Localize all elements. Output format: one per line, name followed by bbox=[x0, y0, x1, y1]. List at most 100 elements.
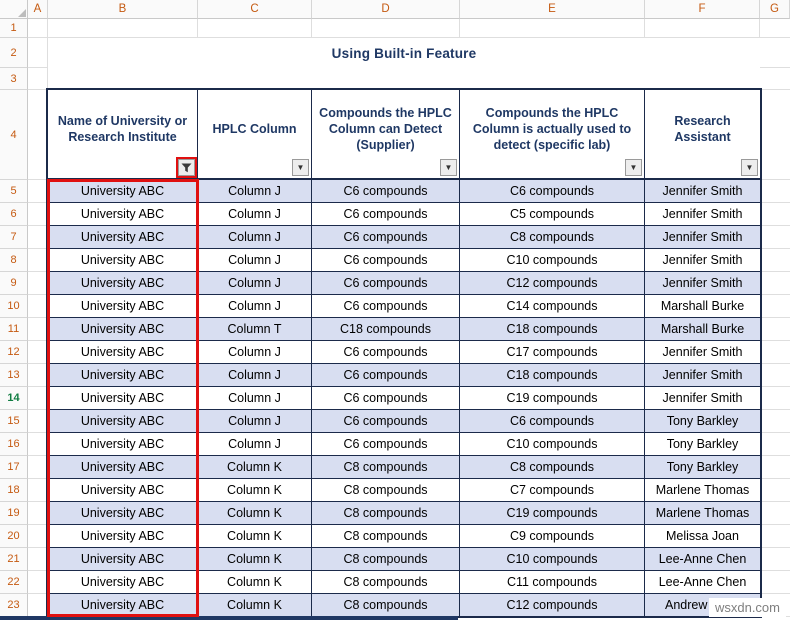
cell-C23[interactable]: Column K bbox=[198, 594, 312, 617]
cell-C9[interactable]: Column J bbox=[198, 272, 312, 295]
cell-F5[interactable]: Jennifer Smith bbox=[645, 180, 760, 203]
cell-E8[interactable]: C10 compounds bbox=[460, 249, 645, 272]
filter-dropdown-button[interactable]: ▼ bbox=[741, 159, 758, 176]
column-header-D[interactable]: D bbox=[312, 0, 460, 19]
cell-D17[interactable]: C8 compounds bbox=[312, 456, 460, 479]
cell-B18[interactable]: University ABC bbox=[48, 479, 198, 502]
cell-D15[interactable]: C6 compounds bbox=[312, 410, 460, 433]
cell-D23[interactable]: C8 compounds bbox=[312, 594, 460, 617]
cell-C17[interactable]: Column K bbox=[198, 456, 312, 479]
cell-D14[interactable]: C6 compounds bbox=[312, 387, 460, 410]
cell-F21[interactable]: Lee-Anne Chen bbox=[645, 548, 760, 571]
row-header-11[interactable]: 11 bbox=[0, 318, 28, 341]
cell-C5[interactable]: Column J bbox=[198, 180, 312, 203]
row-header-1[interactable]: 1 bbox=[0, 19, 28, 38]
cell-F18[interactable]: Marlene Thomas bbox=[645, 479, 760, 502]
cell-D16[interactable]: C6 compounds bbox=[312, 433, 460, 456]
cell-F22[interactable]: Lee-Anne Chen bbox=[645, 571, 760, 594]
cell-B17[interactable]: University ABC bbox=[48, 456, 198, 479]
cell-B12[interactable]: University ABC bbox=[48, 341, 198, 364]
cell-C8[interactable]: Column J bbox=[198, 249, 312, 272]
cell-D6[interactable]: C6 compounds bbox=[312, 203, 460, 226]
cell-E6[interactable]: C5 compounds bbox=[460, 203, 645, 226]
cell-C12[interactable]: Column J bbox=[198, 341, 312, 364]
cell-B15[interactable]: University ABC bbox=[48, 410, 198, 433]
cell-B22[interactable]: University ABC bbox=[48, 571, 198, 594]
row-header-13[interactable]: 13 bbox=[0, 364, 28, 387]
cell-F15[interactable]: Tony Barkley bbox=[645, 410, 760, 433]
row-header-2[interactable]: 2 bbox=[0, 38, 28, 68]
cell-B11[interactable]: University ABC bbox=[48, 318, 198, 341]
row-header-6[interactable]: 6 bbox=[0, 203, 28, 226]
cell-B8[interactable]: University ABC bbox=[48, 249, 198, 272]
cell-F7[interactable]: Jennifer Smith bbox=[645, 226, 760, 249]
cell-D10[interactable]: C6 compounds bbox=[312, 295, 460, 318]
cell-C16[interactable]: Column J bbox=[198, 433, 312, 456]
cell-F13[interactable]: Jennifer Smith bbox=[645, 364, 760, 387]
cell-F12[interactable]: Jennifer Smith bbox=[645, 341, 760, 364]
cell-C13[interactable]: Column J bbox=[198, 364, 312, 387]
cell-F20[interactable]: Melissa Joan bbox=[645, 525, 760, 548]
cell-D13[interactable]: C6 compounds bbox=[312, 364, 460, 387]
row-header-23[interactable]: 23 bbox=[0, 594, 28, 617]
row-header-8[interactable]: 8 bbox=[0, 249, 28, 272]
cell-C20[interactable]: Column K bbox=[198, 525, 312, 548]
cell-C21[interactable]: Column K bbox=[198, 548, 312, 571]
cell-D5[interactable]: C6 compounds bbox=[312, 180, 460, 203]
column-header-F[interactable]: F bbox=[645, 0, 760, 19]
row-header-12[interactable]: 12 bbox=[0, 341, 28, 364]
row-header-14[interactable]: 14 bbox=[0, 387, 28, 410]
row-header-9[interactable]: 9 bbox=[0, 272, 28, 295]
row-header-22[interactable]: 22 bbox=[0, 571, 28, 594]
cell-F9[interactable]: Jennifer Smith bbox=[645, 272, 760, 295]
cell-E13[interactable]: C18 compounds bbox=[460, 364, 645, 387]
cell-E9[interactable]: C12 compounds bbox=[460, 272, 645, 295]
cell-D7[interactable]: C6 compounds bbox=[312, 226, 460, 249]
select-all-corner[interactable] bbox=[0, 0, 28, 19]
row-header-16[interactable]: 16 bbox=[0, 433, 28, 456]
row-header-10[interactable]: 10 bbox=[0, 295, 28, 318]
cell-B16[interactable]: University ABC bbox=[48, 433, 198, 456]
cell-F16[interactable]: Tony Barkley bbox=[645, 433, 760, 456]
row-header-19[interactable]: 19 bbox=[0, 502, 28, 525]
cell-E12[interactable]: C17 compounds bbox=[460, 341, 645, 364]
cell-E17[interactable]: C8 compounds bbox=[460, 456, 645, 479]
cell-E16[interactable]: C10 compounds bbox=[460, 433, 645, 456]
cell-E10[interactable]: C14 compounds bbox=[460, 295, 645, 318]
cell-C6[interactable]: Column J bbox=[198, 203, 312, 226]
cell-B10[interactable]: University ABC bbox=[48, 295, 198, 318]
row-header-18[interactable]: 18 bbox=[0, 479, 28, 502]
cell-F11[interactable]: Marshall Burke bbox=[645, 318, 760, 341]
cell-D9[interactable]: C6 compounds bbox=[312, 272, 460, 295]
column-header-B[interactable]: B bbox=[48, 0, 198, 19]
cell-E19[interactable]: C19 compounds bbox=[460, 502, 645, 525]
cell-E21[interactable]: C10 compounds bbox=[460, 548, 645, 571]
cell-D22[interactable]: C8 compounds bbox=[312, 571, 460, 594]
cell-D12[interactable]: C6 compounds bbox=[312, 341, 460, 364]
cell-B6[interactable]: University ABC bbox=[48, 203, 198, 226]
cell-C10[interactable]: Column J bbox=[198, 295, 312, 318]
cell-D19[interactable]: C8 compounds bbox=[312, 502, 460, 525]
row-header-5[interactable]: 5 bbox=[0, 180, 28, 203]
cell-B20[interactable]: University ABC bbox=[48, 525, 198, 548]
cell-F19[interactable]: Marlene Thomas bbox=[645, 502, 760, 525]
row-header-15[interactable]: 15 bbox=[0, 410, 28, 433]
cell-B7[interactable]: University ABC bbox=[48, 226, 198, 249]
row-header-7[interactable]: 7 bbox=[0, 226, 28, 249]
row-header-21[interactable]: 21 bbox=[0, 548, 28, 571]
cell-C22[interactable]: Column K bbox=[198, 571, 312, 594]
filter-dropdown-button[interactable]: ▼ bbox=[292, 159, 309, 176]
cell-D8[interactable]: C6 compounds bbox=[312, 249, 460, 272]
row-header-20[interactable]: 20 bbox=[0, 525, 28, 548]
cell-B19[interactable]: University ABC bbox=[48, 502, 198, 525]
cell-F17[interactable]: Tony Barkley bbox=[645, 456, 760, 479]
cell-E23[interactable]: C12 compounds bbox=[460, 594, 645, 617]
cell-F14[interactable]: Jennifer Smith bbox=[645, 387, 760, 410]
cell-C19[interactable]: Column K bbox=[198, 502, 312, 525]
cell-E11[interactable]: C18 compounds bbox=[460, 318, 645, 341]
cell-B9[interactable]: University ABC bbox=[48, 272, 198, 295]
cell-F6[interactable]: Jennifer Smith bbox=[645, 203, 760, 226]
row-header-4[interactable]: 4 bbox=[0, 90, 28, 180]
cell-D18[interactable]: C8 compounds bbox=[312, 479, 460, 502]
row-header-3[interactable]: 3 bbox=[0, 68, 28, 90]
